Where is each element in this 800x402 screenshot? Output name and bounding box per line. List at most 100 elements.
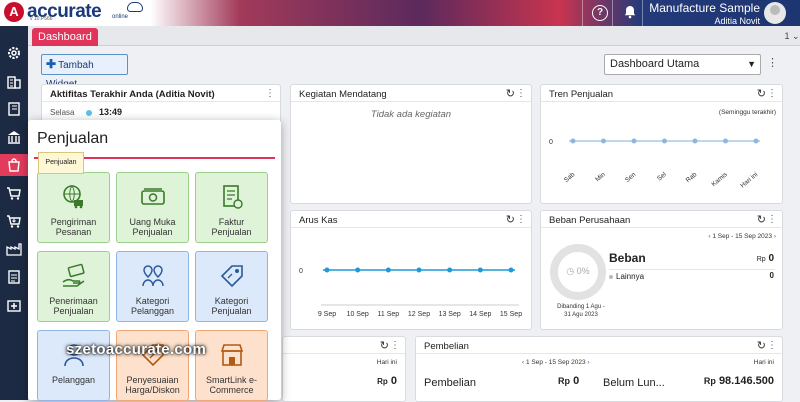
data-point[interactable] — [570, 138, 576, 144]
cart-icon — [7, 187, 21, 200]
tab-list-button[interactable]: 1 ⌄ — [784, 29, 800, 43]
tile-delivery-order[interactable]: Pengiriman Pesanan — [37, 172, 110, 243]
tile-sales-invoice[interactable]: Faktur Penjualan — [195, 172, 268, 243]
tile-customer-category[interactable]: Kategori Pelanggan — [116, 251, 189, 322]
refresh-icon[interactable]: ↻ — [757, 339, 766, 352]
data-point[interactable] — [508, 267, 514, 273]
top-bar: A accurate v 10.P566 online ? Manufactur… — [0, 0, 800, 26]
timeline-dot — [86, 110, 92, 116]
data-point[interactable] — [355, 267, 361, 273]
sidebar-item-reports[interactable] — [0, 266, 28, 288]
sidebar-item-ledger[interactable] — [0, 98, 28, 120]
company-info[interactable]: Manufacture Sample Aditia Novit — [649, 2, 760, 28]
currency-label: Rp — [377, 377, 388, 386]
divider — [541, 227, 782, 228]
tile-sales-receipt[interactable]: Penerimaan Penjualan — [37, 251, 110, 322]
comparison-line: Dibanding 1 Agu - — [557, 304, 605, 310]
sidebar-item-assets[interactable] — [0, 294, 28, 316]
tile-label: Pelanggan — [51, 375, 96, 385]
dashboard-select[interactable]: Dashboard Utama ▼ — [604, 54, 761, 75]
widget-title: Aktifitas Terakhir Anda (Aditia Novit) — [50, 89, 215, 100]
add-widget-button[interactable]: ✚Tambah Widget — [41, 54, 128, 90]
sidebar-item-sales[interactable] — [0, 154, 28, 176]
legend-label: Lainnya — [616, 272, 645, 281]
data-point[interactable] — [447, 267, 453, 273]
shopping-bag-icon — [8, 158, 20, 172]
store-icon — [220, 344, 244, 366]
x-tick-label: 13 Sep — [439, 311, 461, 318]
kebab-menu-icon[interactable]: ⋮ — [516, 88, 526, 99]
data-point[interactable] — [416, 267, 422, 273]
tile-label: Kategori Penjualan — [211, 296, 252, 316]
x-tick-label: Min — [594, 171, 607, 183]
data-point[interactable] — [723, 138, 728, 144]
kebab-menu-icon[interactable]: ⋮ — [390, 340, 400, 351]
refresh-icon[interactable]: ↻ — [506, 87, 515, 100]
data-point[interactable] — [753, 138, 759, 144]
tile-sales-category[interactable]: Kategori Penjualan — [195, 251, 268, 322]
sidebar-item-inventory[interactable] — [0, 210, 28, 232]
divider — [416, 353, 782, 354]
refresh-icon[interactable]: ↻ — [380, 339, 389, 352]
date-range-text: 1 Sep - 15 Sep 2023 — [712, 233, 773, 240]
date-range[interactable]: ‹ 1 Sep - 15 Sep 2023 › — [522, 359, 590, 366]
cloud-icon — [127, 2, 143, 12]
invoice-icon — [223, 185, 243, 209]
currency-label: Rp — [703, 376, 716, 386]
kebab-menu-icon[interactable]: ⋮ — [265, 88, 275, 99]
data-point[interactable] — [477, 267, 483, 273]
kebab-menu-icon[interactable]: ⋮ — [767, 56, 778, 69]
globe-truck-icon — [63, 185, 83, 209]
tile-sales-down-payment[interactable]: Uang Muka Penjualan — [116, 172, 189, 243]
divider — [609, 269, 775, 270]
kebab-menu-icon[interactable]: ⋮ — [767, 214, 777, 225]
tab-bar: Dashboard 1 ⌄ — [28, 26, 800, 46]
widget-title: Kegiatan Mendatang — [299, 89, 387, 100]
comparison-note: Dibanding 1 Agu - 31 Agu 2023 — [549, 303, 613, 319]
tile-label: Kategori Pelanggan — [130, 296, 175, 316]
tile-label: Pengiriman Pesanan — [50, 217, 97, 237]
help-circle-icon[interactable]: ? — [592, 5, 608, 21]
widget-upcoming: Kegiatan Mendatang ↻ ⋮ Tidak ada kegiata… — [290, 84, 532, 204]
data-point[interactable] — [692, 138, 698, 144]
book-icon — [8, 102, 20, 116]
dashboard-select-value: Dashboard Utama — [610, 58, 700, 70]
sales-amount: Rp 0 — [377, 375, 397, 387]
sales-value: 0 — [390, 375, 397, 387]
data-point[interactable] — [601, 138, 606, 144]
tab-dashboard[interactable]: Dashboard — [32, 28, 98, 46]
divider — [283, 353, 405, 354]
tile-label: Penyesuaian Harga/Diskon — [125, 375, 180, 395]
empty-state-text: Tidak ada kegiatan — [370, 109, 452, 120]
donut-label: ◷ 0% — [566, 266, 590, 276]
avatar[interactable] — [764, 2, 786, 24]
data-point[interactable] — [385, 267, 391, 273]
sidebar-item-bank[interactable] — [0, 126, 28, 148]
plus-icon: ✚ — [46, 57, 57, 71]
sidebar-item-purchase[interactable] — [0, 182, 28, 204]
bell-icon[interactable] — [622, 5, 638, 21]
x-tick-label: Sel — [656, 171, 668, 183]
date-range[interactable]: ‹ 1 Sep - 15 Sep 2023 › — [708, 233, 776, 240]
sidebar-item-settings[interactable] — [0, 42, 28, 64]
data-point[interactable] — [631, 138, 637, 144]
widget-sales-summary: ↻ ⋮ Hari ini Rp 0 — [282, 336, 406, 402]
data-point[interactable] — [662, 138, 667, 144]
kebab-menu-icon[interactable]: ⋮ — [767, 340, 777, 351]
widget-purchase: Pembelian ↻ ⋮ ‹ 1 Sep - 15 Sep 2023 › Ha… — [415, 336, 783, 402]
refresh-icon[interactable]: ↻ — [757, 213, 766, 226]
chevron-right-icon[interactable]: › — [772, 233, 776, 240]
sidebar-item-company[interactable] — [0, 70, 28, 92]
cart-arrow-icon — [7, 215, 21, 228]
x-tick-label: 14 Sep — [469, 311, 491, 318]
chevron-right-icon[interactable]: › — [586, 359, 589, 366]
unpaid-amount: Rp 98.146.500 — [704, 375, 774, 387]
widget-title: Pembelian — [424, 341, 469, 352]
x-tick-label: 12 Sep — [408, 311, 430, 318]
building-icon — [7, 76, 21, 89]
x-tick-label: 15 Sep — [500, 311, 522, 318]
sidebar — [0, 26, 28, 400]
sidebar-item-manufacturing[interactable] — [0, 238, 28, 260]
tile-label: Faktur Penjualan — [211, 217, 252, 237]
data-point[interactable] — [324, 267, 330, 273]
